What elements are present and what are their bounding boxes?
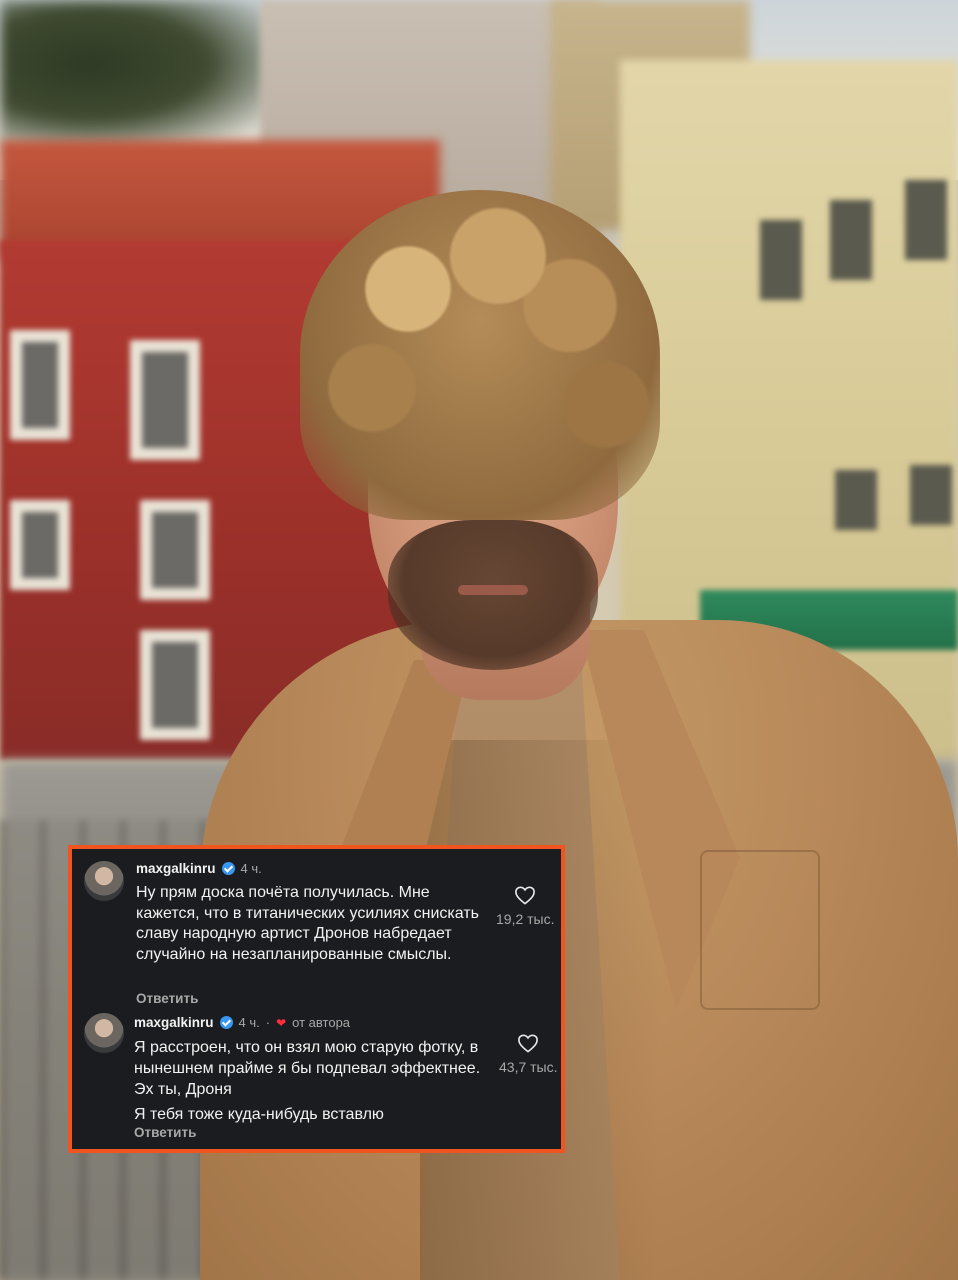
door <box>140 630 210 740</box>
comment-text: Я расстроен, что он взял мою старую фотк… <box>134 1037 504 1125</box>
username[interactable]: maxgalkinru <box>136 861 216 876</box>
heart-filled-icon: ❤ <box>276 1015 287 1030</box>
verified-badge-icon <box>219 1016 233 1029</box>
reply-button[interactable]: Ответить <box>134 1125 196 1140</box>
comment-header: maxgalkinru 4 ч. · ❤ от автора <box>134 1015 350 1030</box>
comment-time: 4 ч. <box>240 861 262 876</box>
like-count: 19,2 тыс. <box>496 911 555 927</box>
comment-text: Ну прям доска почёта получилась. Мне каж… <box>136 884 479 963</box>
username[interactable]: maxgalkinru <box>134 1015 214 1030</box>
separator-dot: · <box>265 1015 271 1030</box>
window <box>10 500 70 590</box>
window <box>910 465 952 525</box>
tree-foliage <box>0 0 300 160</box>
comment-text-main: Я расстроен, что он взял мою старую фотк… <box>134 1039 481 1098</box>
like-control[interactable]: 43,7 тыс. <box>499 1033 558 1075</box>
verified-badge-icon <box>221 862 235 875</box>
window <box>830 200 872 280</box>
window <box>760 220 802 300</box>
author-badge: от автора <box>292 1015 351 1030</box>
heart-outline-icon[interactable] <box>514 885 536 905</box>
jacket-pocket <box>700 850 820 1010</box>
beard <box>388 520 598 670</box>
like-control[interactable]: 19,2 тыс. <box>496 885 555 927</box>
like-count: 43,7 тыс. <box>499 1059 558 1075</box>
window <box>130 340 200 460</box>
window <box>905 180 947 260</box>
mouth <box>458 585 528 595</box>
curly-hair <box>300 190 660 520</box>
window <box>835 470 877 530</box>
window <box>140 500 210 600</box>
avatar[interactable] <box>84 861 124 901</box>
comment-time: 4 ч. <box>238 1015 260 1030</box>
avatar[interactable] <box>84 1013 124 1053</box>
comment-text-extra: Я тебя тоже куда-нибудь вставлю <box>134 1106 384 1123</box>
window <box>10 330 70 440</box>
reply-button[interactable]: Ответить <box>136 991 198 1006</box>
heart-outline-icon[interactable] <box>517 1033 539 1053</box>
comment-header: maxgalkinru 4 ч. <box>136 861 262 876</box>
comments-overlay: maxgalkinru 4 ч. Ну прям доска почёта по… <box>68 845 565 1153</box>
